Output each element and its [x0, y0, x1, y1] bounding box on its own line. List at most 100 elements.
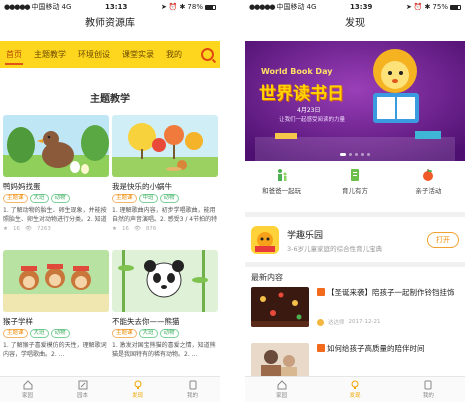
star-icon: ★	[3, 226, 8, 232]
bluetooth-icon: ✱	[179, 3, 186, 11]
lesson-card[interactable]: 猴子学样 主题课 大班 动物 1. 了解猴子喜爱模仿的天性，理解歌词内容，学唱歌…	[3, 250, 109, 359]
family-icon	[277, 169, 287, 181]
banner-title-cn: 世界读书日	[259, 84, 344, 104]
tab-mine[interactable]: 我的	[160, 41, 188, 68]
lesson-thumbnail-monkey	[3, 250, 109, 312]
tag: 动物	[159, 329, 179, 338]
lesson-desc: 1. 激发对国宝熊猫的喜爱之情，知道熊猫是我国特有的稀有动物。2. ...	[112, 342, 216, 358]
page-title: 教师资源库	[85, 18, 135, 29]
article-badge-icon	[317, 344, 325, 352]
page-title: 发现	[345, 18, 365, 29]
nav-discover[interactable]: 发现	[318, 377, 391, 402]
banner-world-book-day[interactable]: World Book Day 世界读书日 4月23日 让我们一起感受阅读的力量	[245, 41, 465, 161]
nav-mine[interactable]: 我的	[392, 377, 465, 402]
divider	[245, 212, 465, 217]
article-title: 【圣诞来袭】陪孩子一起制作铃铛挂饰	[327, 288, 455, 297]
banner-title-en: World Book Day	[261, 67, 333, 76]
tab-theme-teaching[interactable]: 主题教学	[28, 41, 72, 68]
tag: 中班	[138, 194, 158, 203]
status-time: 13:13	[105, 3, 128, 11]
quick-play-with-dad[interactable]: 和爸爸一起玩	[252, 168, 312, 195]
lesson-desc: 1. 了解猴子喜爱模仿的天性，理解歌词内容，学唱歌曲。2. ...	[3, 342, 107, 358]
location-icon: ➤	[160, 3, 167, 11]
nav-mine[interactable]: 我的	[165, 377, 220, 402]
lesson-title: 不能失去你——熊猫	[112, 317, 180, 326]
tab-class-record[interactable]: 课堂实录	[116, 41, 160, 68]
banner-subtitle: 让我们一起感受阅读的力量	[279, 117, 346, 123]
app-name: 学趣乐园	[287, 230, 324, 241]
lesson-desc: 1. 理解歌曲内容，初步学唱歌曲，能用自然的声音演唱。2. 感受3 / 4节拍的…	[112, 207, 218, 223]
tab-home[interactable]: 首页	[0, 41, 28, 68]
home-icon	[277, 380, 287, 390]
bulb-icon	[351, 380, 359, 389]
battery-icon	[204, 4, 216, 10]
tag: 大班	[29, 194, 49, 203]
left-screen: ●●●●● 中国移动 4G 13:13 ➤ ⏰ ✱ 78% 教师资源库 首页 主题教…	[0, 0, 220, 402]
article-item[interactable]: 【圣诞来袭】陪孩子一起制作铃铛挂饰 达达师 2017-12-21	[251, 287, 461, 327]
lesson-desc: 1. 了解动物的胎生、卵生现象，并能按照胎生、卵生对动物进行分类。2. 知道鸟类…	[3, 207, 107, 223]
right-screen: ●●●●● 中国移动 4G 13:39 ➤ ⏰ ✱ 75% 发现 World B…	[245, 0, 465, 402]
nav-garden[interactable]: 园本	[55, 377, 110, 402]
profile-icon	[189, 380, 196, 390]
section-title: 主题教学	[90, 94, 130, 105]
bottom-nav: 家园 园本 发现 我的	[0, 376, 220, 402]
tag: 主题课	[112, 329, 137, 338]
bottom-nav: 家园 发现 我的	[245, 376, 465, 402]
edit-icon	[78, 380, 87, 390]
battery-icon	[449, 4, 461, 10]
book-icon	[350, 169, 359, 181]
nav-home[interactable]: 家园	[245, 377, 318, 402]
eye-icon: 👁	[133, 226, 141, 232]
signal-icon: ●●●●●	[249, 3, 276, 11]
search-icon	[200, 48, 214, 61]
search-button[interactable]	[194, 41, 220, 68]
open-button[interactable]: 打开	[427, 232, 459, 248]
lesson-card[interactable]: 鸭妈妈找蛋 主题课 大班 动物 1. 了解动物的胎生、卵生现象，并能按照胎生、卵…	[3, 115, 109, 232]
quick-parenting[interactable]: 育儿有方	[325, 168, 385, 195]
lesson-title: 我是快乐的小蜗牛	[112, 182, 172, 191]
location-icon: ➤	[405, 3, 412, 11]
tag: 主题课	[3, 194, 28, 203]
quick-family-activity[interactable]: 亲子活动	[398, 168, 458, 195]
profile-icon	[424, 380, 432, 390]
bulb-icon	[134, 380, 141, 389]
tag: 动物	[50, 329, 70, 338]
eye-icon: 👁	[24, 226, 32, 232]
status-time: 13:39	[350, 3, 373, 11]
article-thumbnail	[251, 287, 309, 327]
nav-home[interactable]: 家园	[0, 377, 55, 402]
lesson-thumbnail-panda	[112, 250, 218, 312]
tag: 动物	[50, 194, 70, 203]
status-bar: ●●●●● 中国移动 4G 13:39 ➤ ⏰ ✱ 75%	[245, 0, 465, 14]
bluetooth-icon: ✱	[424, 3, 431, 11]
status-bar: ●●●●● 中国移动 4G 13:13 ➤ ⏰ ✱ 78%	[0, 0, 220, 14]
lesson-thumbnail-duck	[3, 115, 109, 177]
lesson-title: 猴子学样	[3, 317, 33, 326]
signal-icon: ●●●●●	[4, 3, 31, 11]
carousel-dots[interactable]	[245, 153, 465, 156]
article-badge-icon	[317, 288, 325, 296]
tag: 主题课	[3, 329, 28, 338]
alarm-icon: ⏰	[168, 3, 178, 11]
tag: 大班	[29, 329, 49, 338]
lesson-title: 鸭妈妈找蛋	[3, 182, 41, 191]
latest-heading: 最新内容	[251, 273, 283, 282]
alarm-icon: ⏰	[413, 3, 423, 11]
home-icon	[23, 380, 32, 390]
tab-environment[interactable]: 环境创设	[72, 41, 116, 68]
lesson-thumbnail-snail	[112, 115, 218, 177]
star-icon: ★	[112, 226, 117, 232]
app-promo[interactable]: 学趣乐园 3-6岁儿童家庭的综合性育儿宝典 打开	[245, 223, 465, 257]
banner-date: 4月23日	[297, 107, 321, 114]
article-title: 如何给孩子高质量的陪伴时间	[327, 344, 425, 353]
app-desc: 3-6岁儿童家庭的综合性育儿宝典	[287, 244, 383, 253]
lesson-card[interactable]: 我是快乐的小蜗牛 主题课 中班 动物 1. 理解歌曲内容，初步学唱歌曲，能用自然…	[112, 115, 218, 232]
nav-discover[interactable]: 发现	[110, 377, 165, 402]
tab-bar: 首页 主题教学 环境创设 课堂实录 我的	[0, 41, 220, 68]
tag: 动物	[159, 194, 179, 203]
lesson-card[interactable]: 不能失去你——熊猫 主题课 大班 动物 1. 激发对国宝熊猫的喜爱之情，知道熊猫…	[112, 250, 218, 359]
divider	[245, 262, 465, 267]
app-icon	[251, 226, 279, 254]
quick-links: 和爸爸一起玩 育儿有方 亲子活动	[245, 168, 465, 195]
avatar	[317, 318, 324, 326]
